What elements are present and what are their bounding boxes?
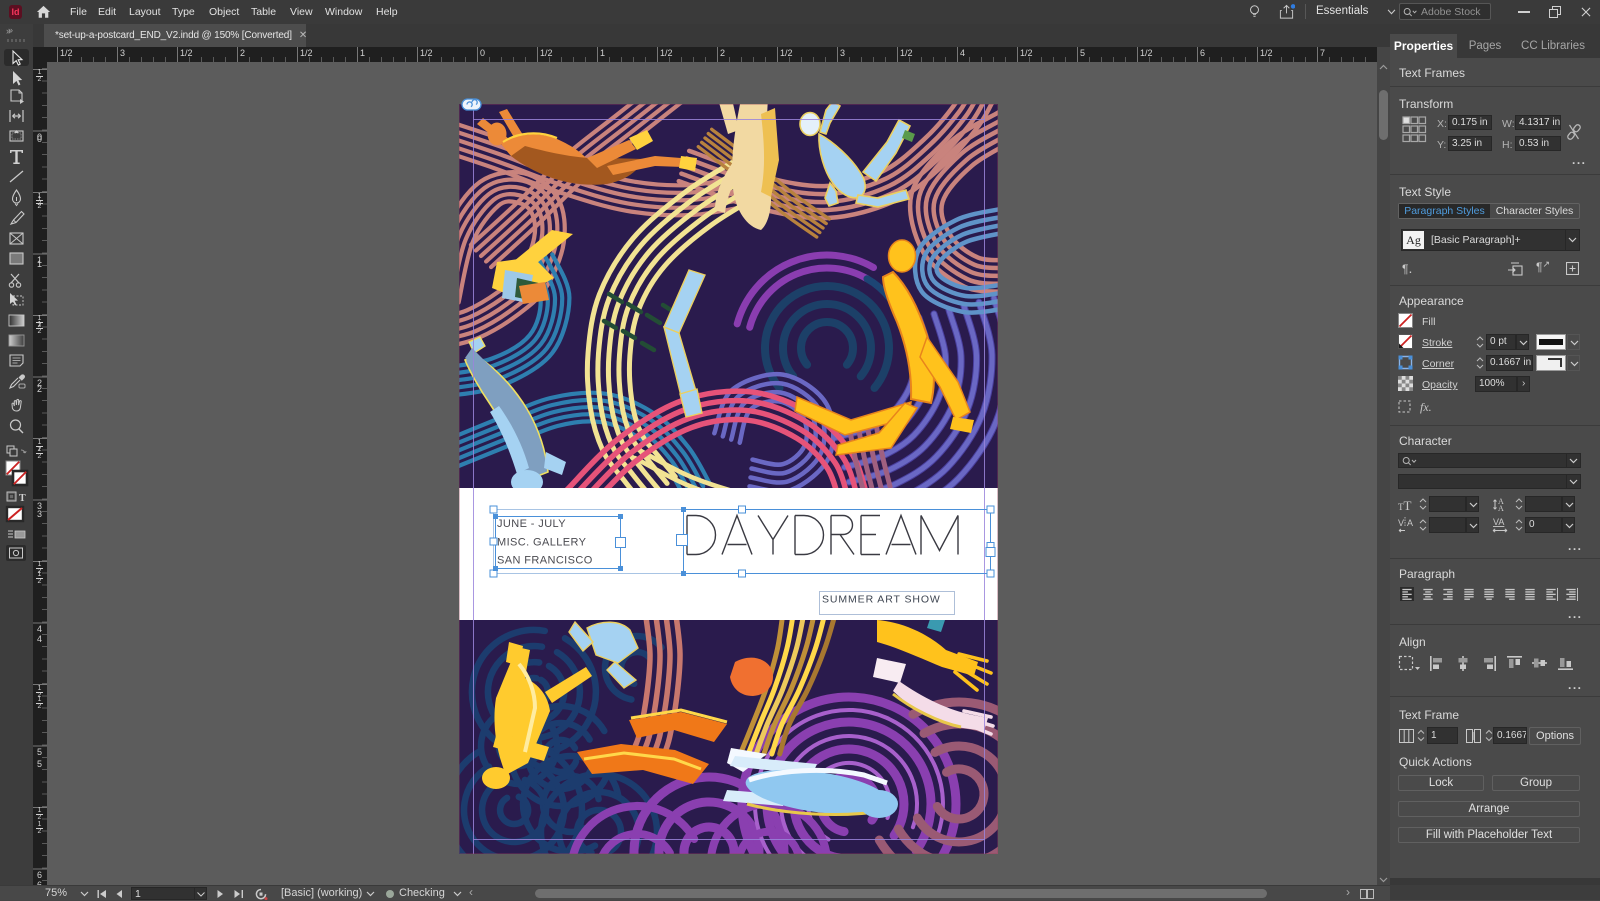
svg-text:SAN FRANCISCO: SAN FRANCISCO [497, 555, 593, 567]
svg-text:JUNE - JULY: JUNE - JULY [497, 518, 566, 530]
svg-text:SUMMER ART SHOW: SUMMER ART SHOW [822, 594, 941, 606]
svg-text:A: A [1407, 518, 1413, 528]
svg-text:V: V [1398, 518, 1404, 528]
svg-text:VA: VA [1493, 517, 1504, 527]
svg-text:T: T [19, 493, 26, 504]
svg-text:MISC. GALLERY: MISC. GALLERY [497, 537, 587, 549]
svg-text:A: A [1498, 504, 1504, 512]
